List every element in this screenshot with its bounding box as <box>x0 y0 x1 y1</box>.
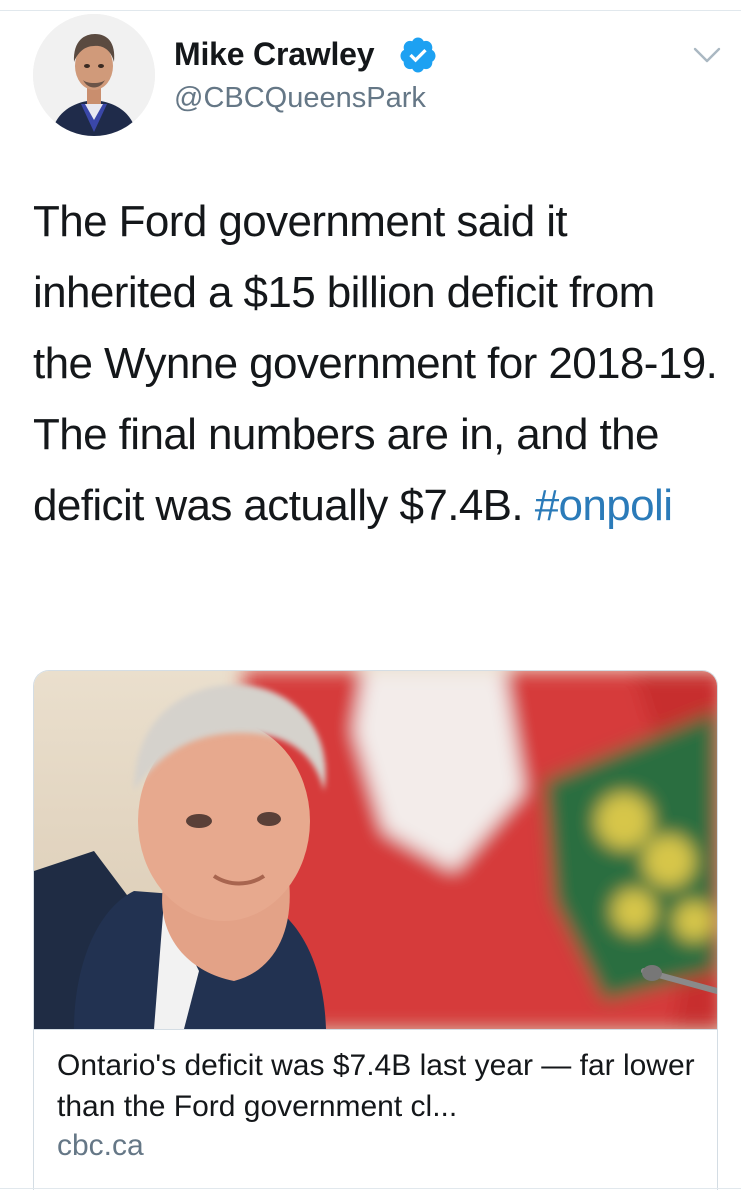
tweet-text: The Ford government said it inherited a … <box>33 186 723 541</box>
author-handle[interactable]: @CBCQueensPark <box>174 82 426 115</box>
card-divider <box>34 1029 717 1030</box>
author-name[interactable]: Mike Crawley <box>174 36 375 73</box>
card-headline[interactable]: Ontario's deficit was $7.4B last year — … <box>57 1045 707 1127</box>
link-preview-card[interactable]: Ontario's deficit was $7.4B last year — … <box>33 670 718 1190</box>
card-domain: cbc.ca <box>57 1129 144 1162</box>
avatar-photo <box>33 14 155 136</box>
bottom-divider <box>0 1188 741 1189</box>
avatar[interactable] <box>33 14 155 136</box>
verified-badge-icon <box>400 37 436 73</box>
hashtag-link[interactable]: #onpoli <box>535 481 673 530</box>
chevron-down-icon[interactable] <box>692 44 722 66</box>
top-divider <box>0 10 741 11</box>
card-image <box>34 671 717 1029</box>
